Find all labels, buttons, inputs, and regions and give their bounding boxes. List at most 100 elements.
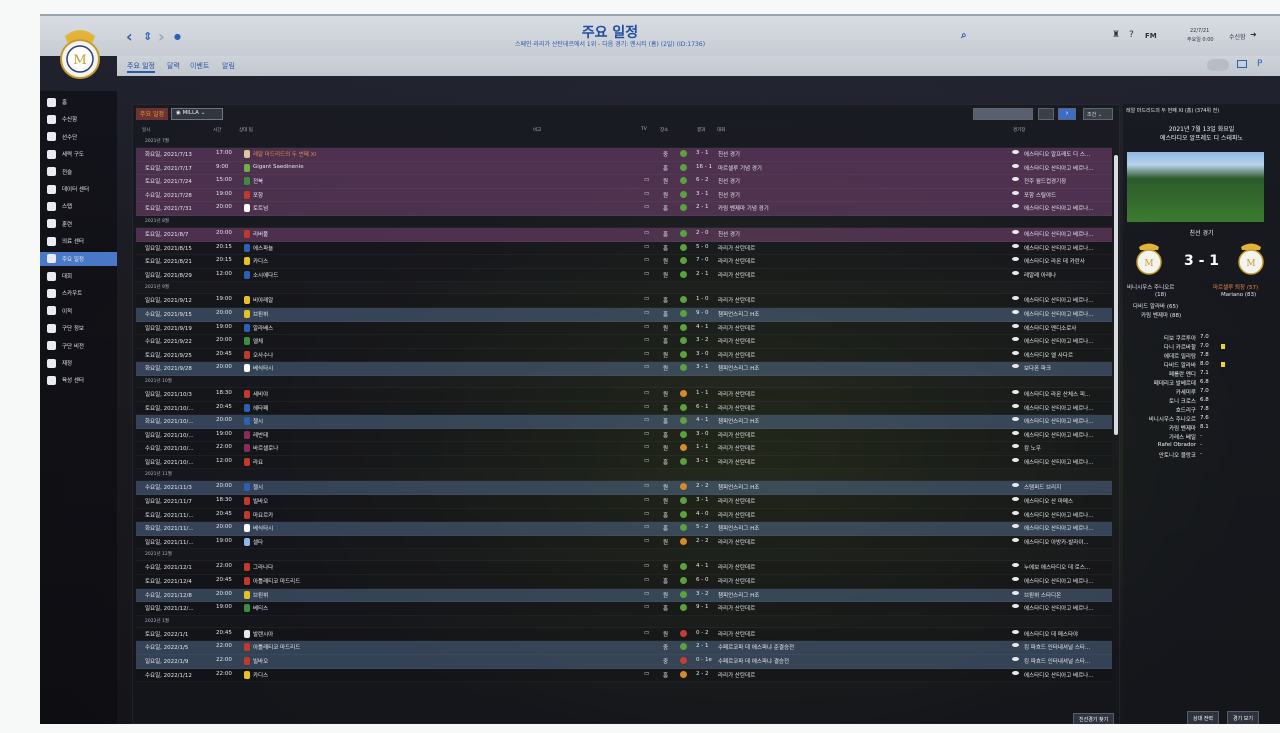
fixture-opponent[interactable]: 세비야 xyxy=(253,390,268,398)
fixture-row[interactable]: 토요일, 2022/1/1 20:45 발렌시아 ▭ 원 0 - 2 라리가 산탄데르 에스타… xyxy=(136,627,1112,642)
col-venue[interactable]: 장소 xyxy=(660,127,668,133)
fixture-opponent[interactable]: 전북 xyxy=(253,177,263,185)
fixture-competition[interactable]: 라리가 산탄데르 xyxy=(718,604,755,612)
lineup-row[interactable]: 다니 카르바할 7.0 xyxy=(1123,343,1280,352)
fixture-opponent[interactable]: 리버풀 xyxy=(253,230,268,238)
fixture-row[interactable]: 일요일, 2022/1/9 22:00 빌바오 중 0 - 1e 수페르코파 데 에스파냐… xyxy=(136,655,1112,669)
fixture-row[interactable]: 일요일, 2021/8/29 12:00 소시에다드 ▭ 원 2 - 1 라리가 산탄데르 레… xyxy=(136,268,1112,283)
fixture-opponent[interactable]: 카디스 xyxy=(253,671,268,679)
fixture-competition[interactable]: 친선 경기 xyxy=(718,177,740,185)
fixture-competition[interactable]: 친선 경기 xyxy=(718,191,740,199)
col-stadium[interactable]: 경기장 xyxy=(1013,127,1025,133)
fixture-row[interactable]: 토요일, 2021/7/31 20:00 토트넘 ▭ 홈 2 - 1 카림 벤제마 기념 경… xyxy=(136,202,1112,216)
sidebar-item[interactable]: 데이터 센터 xyxy=(40,182,117,196)
fixture-opponent[interactable]: 카디스 xyxy=(253,257,268,265)
fixture-competition[interactable]: 라리가 산탄데르 xyxy=(718,257,755,265)
sidebar-item[interactable]: 훈련 xyxy=(40,217,117,231)
continue-arrow-icon[interactable]: ➜ xyxy=(1250,30,1257,39)
find-friendly-button[interactable]: 친선경기 찾기 xyxy=(1073,713,1115,724)
history-icon[interactable]: ● xyxy=(174,32,181,41)
tab-schedule[interactable]: 주요 일정 xyxy=(127,61,155,73)
col-opponent[interactable]: 상대 팀 xyxy=(239,127,253,133)
sidebar-item[interactable]: 선수단 xyxy=(40,130,117,144)
prev-button[interactable] xyxy=(1038,108,1054,120)
fixture-opponent[interactable]: 그라나다 xyxy=(253,563,273,571)
view-select[interactable] xyxy=(973,108,1033,120)
tab-calendar[interactable]: 달력 xyxy=(167,61,180,71)
lineup-row[interactable]: 다비드 알라바 8.0 xyxy=(1123,361,1280,370)
fixture-row[interactable]: 일요일, 2021/10/... 19:00 레반테 ▭ 홈 3 - 0 라리가 산탄데르 에… xyxy=(136,428,1112,443)
scrollbar[interactable] xyxy=(1114,155,1118,435)
fixture-row[interactable]: 수요일, 2021/11/3 20:00 첼시 ▭ 원 2 - 2 챔피언스리그 H조 스탬퍼… xyxy=(136,481,1112,496)
fixture-competition[interactable]: 라리가 산탄데르 xyxy=(718,244,755,252)
fixture-row[interactable]: 화요일, 2021/9/28 20:00 베식타시 ▭ 원 3 - 1 챔피언스리그 H조 보… xyxy=(136,362,1112,376)
fixture-row[interactable]: 일요일, 2021/8/15 20:15 에스파뇰 ▭ 홈 5 - 0 라리가 산탄데르 에스… xyxy=(136,241,1112,256)
fixture-row[interactable]: 일요일, 2021/10/... 12:00 라요 ▭ 홈 3 - 1 라리가 산탄데르 에스… xyxy=(136,455,1112,470)
fixture-opponent[interactable]: 브뢴뷔 xyxy=(253,591,268,599)
fixture-row[interactable]: 수요일, 2021/12/8 20:00 브뢴뷔 ▭ 원 3 - 2 챔피언스리그 H조 브뢴… xyxy=(136,588,1112,603)
fixture-row[interactable]: 일요일, 2021/10/3 18:30 세비야 ▭ 원 1 - 1 라리가 산탄데르 에스타… xyxy=(136,387,1112,402)
fixture-opponent[interactable]: 베식타시 xyxy=(253,524,273,532)
fixture-opponent[interactable]: Gigant Saedinenie xyxy=(253,164,304,170)
club-icon[interactable]: ♜ xyxy=(1112,30,1120,40)
fm-menu[interactable]: FM xyxy=(1145,32,1157,40)
fixture-row[interactable]: 화요일, 2021/11/... 20:00 베식타시 ▭ 홈 5 - 2 챔피언스리그 H… xyxy=(136,522,1112,536)
fixture-row[interactable]: 수요일, 2021/7/28 19:00 포항 ▭ 원 3 - 1 친선 경기 포항 스틸야드 xyxy=(136,188,1112,203)
fixture-competition[interactable]: 라리가 산탄데르 xyxy=(718,271,755,279)
sidebar-item[interactable]: 의료 센터 xyxy=(40,234,117,248)
fixture-competition[interactable]: 라리가 산탄데르 xyxy=(718,511,755,519)
sidebar-item[interactable]: 스탭 xyxy=(40,199,117,213)
fixture-opponent[interactable]: 빌바오 xyxy=(253,657,268,665)
col-date[interactable]: 일시 xyxy=(142,127,150,133)
fixture-row[interactable]: 화요일, 2021/7/13 17:00 레알 마드리드의 두 번째 XI 중 3 - … xyxy=(136,148,1112,162)
sidebar-item[interactable]: 전술 xyxy=(40,165,117,179)
sidebar-item[interactable]: 육성 센터 xyxy=(40,373,117,387)
lineup-row[interactable]: 가레스 베일 - xyxy=(1123,433,1280,442)
sidebar-item[interactable]: 세력 구도 xyxy=(40,147,117,161)
page-subtitle[interactable]: 스페인 라리가 산탄데르에서 1위 - 다음 경기: 맨시티 (홈) (2일) … xyxy=(440,39,780,48)
sidebar-item[interactable]: 수신함 xyxy=(40,112,117,126)
col-time[interactable]: 시간 xyxy=(213,127,221,133)
fixture-competition[interactable]: 수페르코파 데 에스파냐 결승전 xyxy=(718,657,789,665)
fixture-opponent[interactable]: 셀타 xyxy=(253,538,263,546)
sidebar-item[interactable]: 주요 일정 xyxy=(40,251,117,266)
lineup-row[interactable]: 토니 크로스 6.8 xyxy=(1123,397,1280,406)
lineup-row[interactable]: 안토니오 블랑코 - xyxy=(1123,451,1280,460)
fixture-competition[interactable]: 친선 경기 xyxy=(718,150,740,158)
conditions-dropdown[interactable]: 조건 ⌄ xyxy=(1083,108,1113,120)
fixture-row[interactable]: 일요일, 2021/9/12 19:00 비야레알 ▭ 홈 1 - 0 라리가 산탄데르 에스… xyxy=(136,294,1112,308)
fixture-opponent[interactable]: 비야레알 xyxy=(253,296,273,304)
fixture-opponent[interactable]: 베식타시 xyxy=(253,364,273,372)
col-result[interactable]: 결과 xyxy=(697,127,705,133)
fixture-opponent[interactable]: 베티스 xyxy=(253,604,268,612)
fixture-row[interactable]: 수요일, 2021/9/15 20:00 브뢴뷔 ▭ 홈 9 - 0 챔피언스리그 H조 에스… xyxy=(136,307,1112,322)
fixture-row[interactable]: 토요일, 2021/7/17 9:00 Gigant Saedinenie 홈 16 -… xyxy=(136,161,1112,176)
updown-icon[interactable]: ⇕ xyxy=(143,30,152,43)
fixture-opponent[interactable]: 레알 마드리드의 두 번째 XI xyxy=(253,150,316,158)
fixture-competition[interactable]: 라리가 산탄데르 xyxy=(718,390,755,398)
continue-button[interactable]: 수신함 xyxy=(1229,32,1246,41)
fixture-opponent[interactable]: 토트넘 xyxy=(253,204,268,212)
fixture-competition[interactable]: 라리가 산탄데르 xyxy=(718,296,755,304)
fixture-opponent[interactable]: 오사수나 xyxy=(253,351,273,359)
fixture-row[interactable]: 수요일, 2022/1/12 22:00 카디스 ▭ 홈 2 - 2 라리가 산탄데르 에스타… xyxy=(136,668,1112,683)
fixture-opponent[interactable]: 마요르카 xyxy=(253,511,273,519)
fixture-competition[interactable]: 라리가 산탄데르 xyxy=(718,324,755,332)
fixture-row[interactable]: 토요일, 2021/7/24 15:00 전북 ▭ 원 6 - 2 친선 경기 전주 월드컵경… xyxy=(136,175,1112,189)
fixture-row[interactable]: 수요일, 2021/9/22 20:00 엘체 ▭ 홈 3 - 2 라리가 산탄데르 에스타디… xyxy=(136,335,1112,349)
lineup-row[interactable]: 카세미루 7.0 xyxy=(1123,388,1280,397)
fixture-opponent[interactable]: 브뢴뷔 xyxy=(253,310,268,318)
fixture-competition[interactable]: 챔피언스리그 H조 xyxy=(718,524,759,532)
fixture-opponent[interactable]: 라요 xyxy=(253,458,263,466)
fixture-competition[interactable]: 라리가 산탄데르 xyxy=(718,497,755,505)
fixture-competition[interactable]: 라리가 산탄데르 xyxy=(718,404,755,412)
lineup-row[interactable]: 에데르 밀리탕 7.8 xyxy=(1123,352,1280,361)
fixture-opponent[interactable]: 알라베스 xyxy=(253,324,273,332)
sidebar-item[interactable]: 홈 xyxy=(40,95,117,109)
fixture-row[interactable]: 일요일, 2021/9/19 19:00 알라베스 ▭ 원 4 - 1 라리가 산탄데르 에스… xyxy=(136,321,1112,336)
tab-events[interactable]: 이벤트 xyxy=(190,61,209,71)
sidebar-item[interactable]: 구단 비전 xyxy=(40,339,117,353)
fixture-competition[interactable]: 라리가 산탄데르 xyxy=(718,351,755,359)
sidebar-item[interactable]: 재정 xyxy=(40,356,117,370)
next-button[interactable]: › xyxy=(1058,108,1076,120)
